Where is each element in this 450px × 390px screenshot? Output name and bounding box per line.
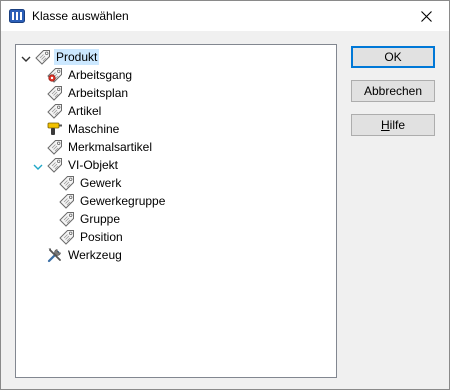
- tree-item-merkmalsartikel[interactable]: Merkmalsartikel: [47, 138, 154, 156]
- tree-item-label: Merkmalsartikel: [68, 140, 153, 154]
- tag-icon: [59, 193, 75, 209]
- help-mnemonic: H: [380, 118, 390, 132]
- cancel-button[interactable]: Abbrechen: [351, 80, 435, 102]
- title-bar: Klasse auswählen: [1, 1, 449, 31]
- tree-item-label: Arbeitsplan: [68, 86, 129, 100]
- tree-item-label: Maschine: [68, 122, 120, 136]
- tree-item-gruppe[interactable]: Gruppe: [59, 210, 122, 228]
- tree-item-label: Gewerk: [80, 176, 122, 190]
- chevron-down-icon[interactable]: [33, 162, 43, 172]
- window-title: Klasse auswählen: [32, 9, 129, 23]
- tag-icon: [47, 157, 63, 173]
- tag-icon: [59, 229, 75, 245]
- tag-icon: [59, 211, 75, 227]
- tree-item-label: Artikel: [68, 104, 102, 118]
- drill-icon: [47, 122, 62, 135]
- tree-item-label: Produkt: [54, 49, 100, 65]
- tree-item-gewerk[interactable]: Gewerk: [59, 174, 123, 192]
- tree-item-position[interactable]: Position: [59, 228, 125, 246]
- ok-button[interactable]: OK: [351, 46, 435, 68]
- tree-item-produkt[interactable]: Produkt: [35, 48, 100, 66]
- close-button[interactable]: [403, 1, 449, 31]
- close-icon: [420, 10, 432, 22]
- cancel-button-label: Abbrechen: [363, 84, 423, 98]
- tag-icon: [47, 139, 63, 155]
- help-button[interactable]: Hilfe: [351, 114, 435, 136]
- tag-icon: [59, 175, 75, 191]
- tree-item-label: Werkzeug: [68, 248, 122, 262]
- dialog-window: Klasse auswählen Produkt Arbeitsgang Arb…: [0, 0, 450, 390]
- tree-item-artikel[interactable]: Artikel: [47, 102, 103, 120]
- class-tree[interactable]: Produkt Arbeitsgang Arbeitsplan Artikel: [15, 44, 337, 378]
- app-icon: [9, 9, 25, 23]
- tree-item-arbeitsgang[interactable]: Arbeitsgang: [47, 66, 134, 84]
- tree-item-vi-objekt[interactable]: VI-Objekt: [47, 156, 120, 174]
- tag-icon: [47, 85, 63, 101]
- gear-tag-icon: [47, 67, 63, 83]
- tools-icon: [47, 248, 61, 263]
- ok-button-label: OK: [384, 50, 402, 64]
- tree-item-label: Position: [80, 230, 123, 244]
- chevron-down-icon[interactable]: [21, 54, 31, 64]
- tree-item-maschine[interactable]: Maschine: [47, 120, 121, 138]
- tree-item-arbeitsplan[interactable]: Arbeitsplan: [47, 84, 130, 102]
- help-label-rest: ilfe: [389, 118, 405, 132]
- help-button-label: Hilfe: [381, 118, 405, 132]
- tree-item-label: Gewerkegruppe: [80, 194, 166, 208]
- tag-icon: [47, 103, 63, 119]
- tree-item-gewerkegruppe[interactable]: Gewerkegruppe: [59, 192, 167, 210]
- tree-item-werkzeug[interactable]: Werkzeug: [47, 246, 124, 264]
- tag-icon: [35, 49, 51, 65]
- tree-item-label: Arbeitsgang: [68, 68, 133, 82]
- tree-item-label: Gruppe: [80, 212, 121, 226]
- tree-item-label: VI-Objekt: [68, 158, 119, 172]
